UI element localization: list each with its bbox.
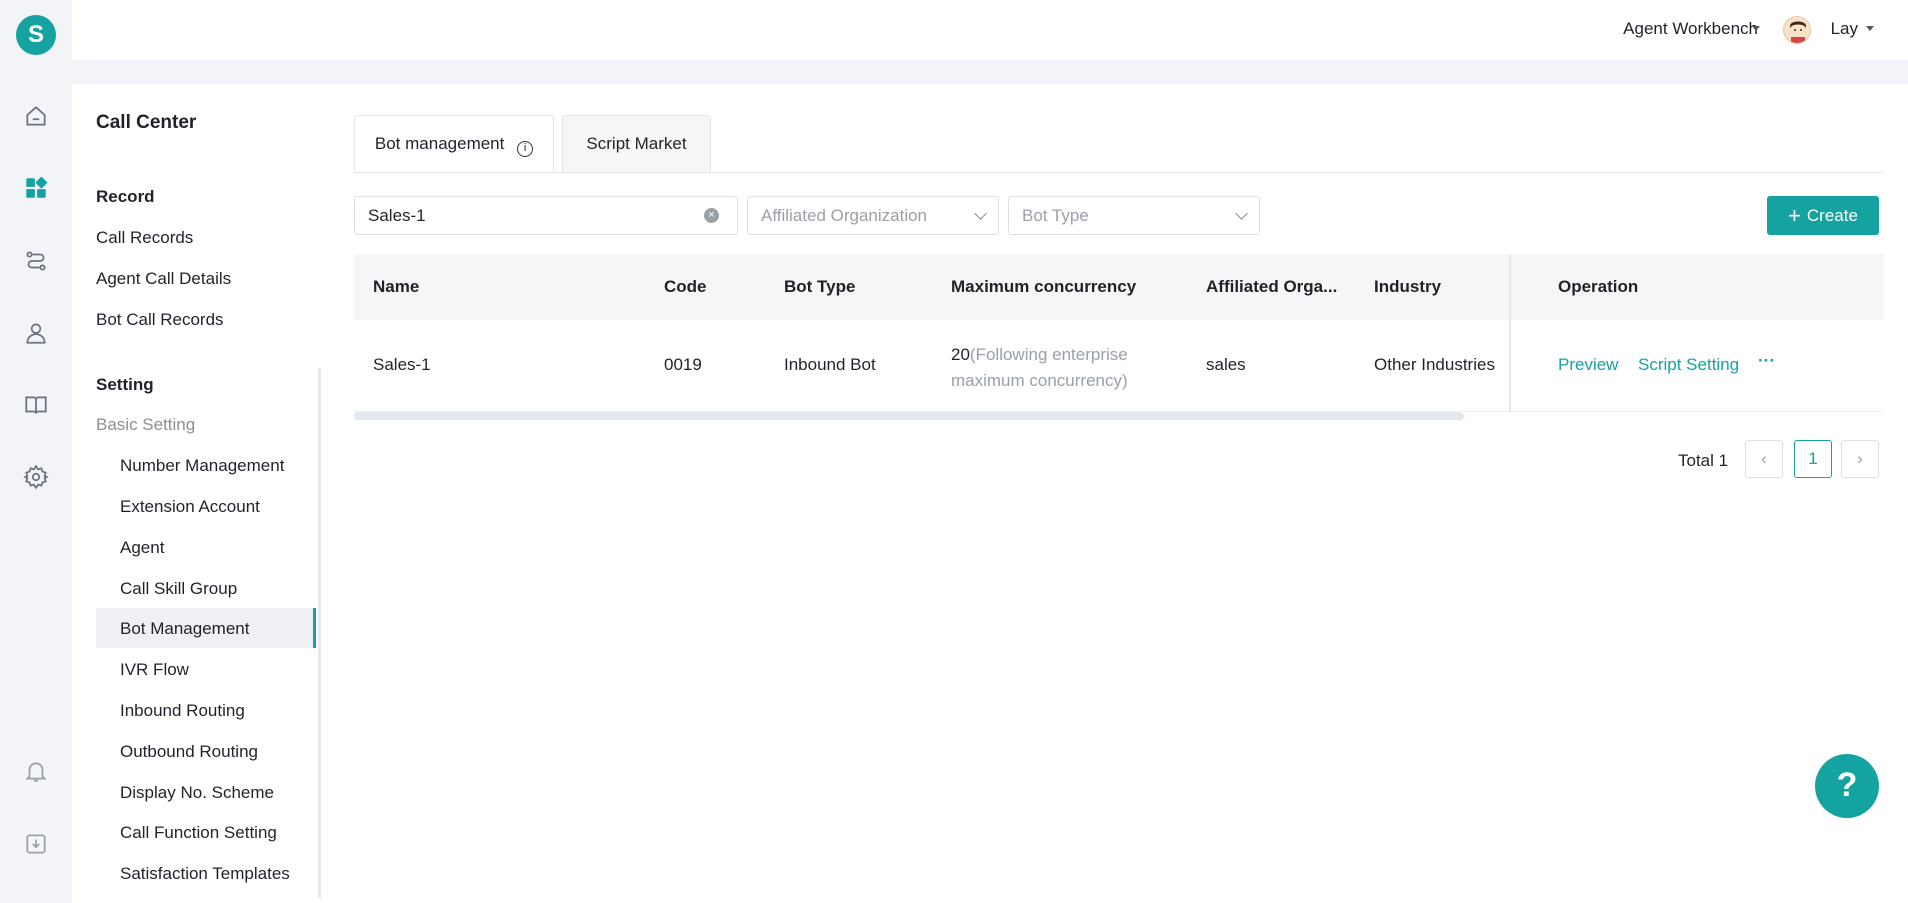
cell-industry: Other Industries [1374, 355, 1495, 374]
pagination-total: Total 1 [1678, 451, 1729, 470]
cell-name: Sales-1 [373, 355, 431, 374]
bell-icon[interactable] [22, 757, 50, 785]
script-setting-link[interactable]: Script Setting [1638, 355, 1739, 375]
chevron-down-icon [974, 207, 987, 220]
plus-icon: + [1788, 203, 1801, 228]
sidebar-group-record: Record [96, 187, 155, 206]
more-icon[interactable]: ··· [1758, 351, 1775, 371]
sidebar-item-satisfaction-templates[interactable]: Satisfaction Templates [120, 864, 290, 884]
routing-icon[interactable] [22, 247, 50, 275]
help-chat-button[interactable]: ? [1815, 754, 1879, 818]
book-icon[interactable] [22, 391, 50, 419]
cell-code: 0019 [664, 355, 702, 374]
page-number-button[interactable]: 1 [1794, 440, 1832, 478]
fixed-column-divider [1509, 254, 1511, 412]
preview-link[interactable]: Preview [1558, 355, 1618, 375]
user-menu[interactable]: Lay [1831, 19, 1858, 39]
table-header: Name Code Bot Type Maximum concurrency A… [354, 254, 1884, 320]
agent-workbench-dropdown[interactable]: Agent Workbench [1623, 19, 1758, 39]
bot-type-select[interactable]: Bot Type [1008, 196, 1260, 235]
app-logo[interactable]: S [16, 15, 56, 55]
organization-placeholder: Affiliated Organization [761, 206, 928, 225]
cell-organization: sales [1206, 355, 1246, 374]
tab-divider [354, 172, 1884, 173]
sidebar-group-setting: Setting [96, 375, 154, 394]
cell-concurrency: 20(Following enterprise maximum concurre… [951, 342, 1128, 394]
create-label: Create [1806, 206, 1858, 225]
clear-icon[interactable]: × [704, 208, 719, 223]
next-page-button[interactable]: › [1841, 440, 1879, 478]
tab-label: Script Market [586, 134, 687, 153]
concurrency-note: maximum concurrency) [951, 371, 1128, 390]
column-affiliated-org: Affiliated Orga... [1206, 277, 1338, 296]
table-row: Sales-1 0019 Inbound Bot 20(Following en… [354, 320, 1884, 412]
sidebar-item-call-function-setting[interactable]: Call Function Setting [120, 823, 277, 843]
tab-bot-management[interactable]: Bot management i [354, 115, 554, 173]
search-input[interactable]: Sales-1 × [354, 196, 738, 235]
chevron-down-icon [1235, 207, 1248, 220]
sidebar-scrollbar[interactable] [318, 368, 321, 898]
sidebar-title: Call Center [96, 112, 197, 133]
apps-icon[interactable] [22, 174, 50, 202]
user-icon[interactable] [22, 319, 50, 347]
search-input-value: Sales-1 [368, 206, 426, 225]
main-panel: Bot management i Script Market Sales-1 ×… [324, 84, 1908, 903]
cell-bot-type: Inbound Bot [784, 355, 876, 374]
icon-rail: S [0, 0, 72, 903]
sidebar-item-display-no-scheme[interactable]: Display No. Scheme [120, 783, 274, 803]
column-industry: Industry [1374, 277, 1442, 296]
column-max-concurrency: Maximum concurrency [951, 277, 1137, 296]
sidebar-item-call-skill-group[interactable]: Call Skill Group [120, 579, 237, 599]
create-button[interactable]: + Create [1767, 196, 1879, 235]
column-bot-type: Bot Type [784, 277, 856, 296]
sidebar-item-inbound-routing[interactable]: Inbound Routing [120, 701, 245, 721]
settings-icon[interactable] [22, 463, 50, 491]
sidebar-group-basic-setting[interactable]: Basic Setting [96, 415, 195, 435]
home-icon[interactable] [22, 102, 50, 130]
download-icon[interactable] [22, 830, 50, 858]
sidebar-item-outbound-routing[interactable]: Outbound Routing [120, 742, 258, 762]
info-icon[interactable]: i [517, 141, 534, 157]
prev-page-button[interactable]: ‹ [1745, 440, 1783, 478]
table-horizontal-scrollbar[interactable] [354, 412, 1464, 420]
sidebar-item-extension-account[interactable]: Extension Account [120, 497, 260, 517]
sidebar-item-agent-call-details[interactable]: Agent Call Details [96, 269, 231, 289]
sidebar: Call Center Record Call Records Agent Ca… [72, 84, 324, 903]
sidebar-item-ivr-flow[interactable]: IVR Flow [120, 660, 189, 680]
sidebar-item-number-management[interactable]: Number Management [120, 456, 284, 476]
sidebar-item-bot-management[interactable]: Bot Management [120, 619, 249, 639]
chevron-down-icon[interactable] [1752, 26, 1760, 31]
sidebar-item-agent[interactable]: Agent [120, 538, 164, 558]
concurrency-value: 20 [951, 345, 970, 364]
top-bar: Agent Workbench Lay [72, 0, 1908, 60]
organization-select[interactable]: Affiliated Organization [747, 196, 999, 235]
column-operation: Operation [1558, 277, 1639, 296]
column-name: Name [373, 277, 420, 296]
avatar[interactable] [1783, 16, 1811, 44]
concurrency-note: (Following enterprise [969, 345, 1128, 364]
bot-type-placeholder: Bot Type [1022, 206, 1089, 225]
tab-script-market[interactable]: Script Market [562, 115, 711, 173]
tab-label: Bot management [374, 134, 505, 153]
column-code: Code [664, 277, 707, 296]
chevron-down-icon[interactable] [1866, 26, 1874, 31]
sidebar-item-call-records[interactable]: Call Records [96, 228, 193, 248]
sidebar-item-bot-call-records[interactable]: Bot Call Records [96, 310, 224, 330]
